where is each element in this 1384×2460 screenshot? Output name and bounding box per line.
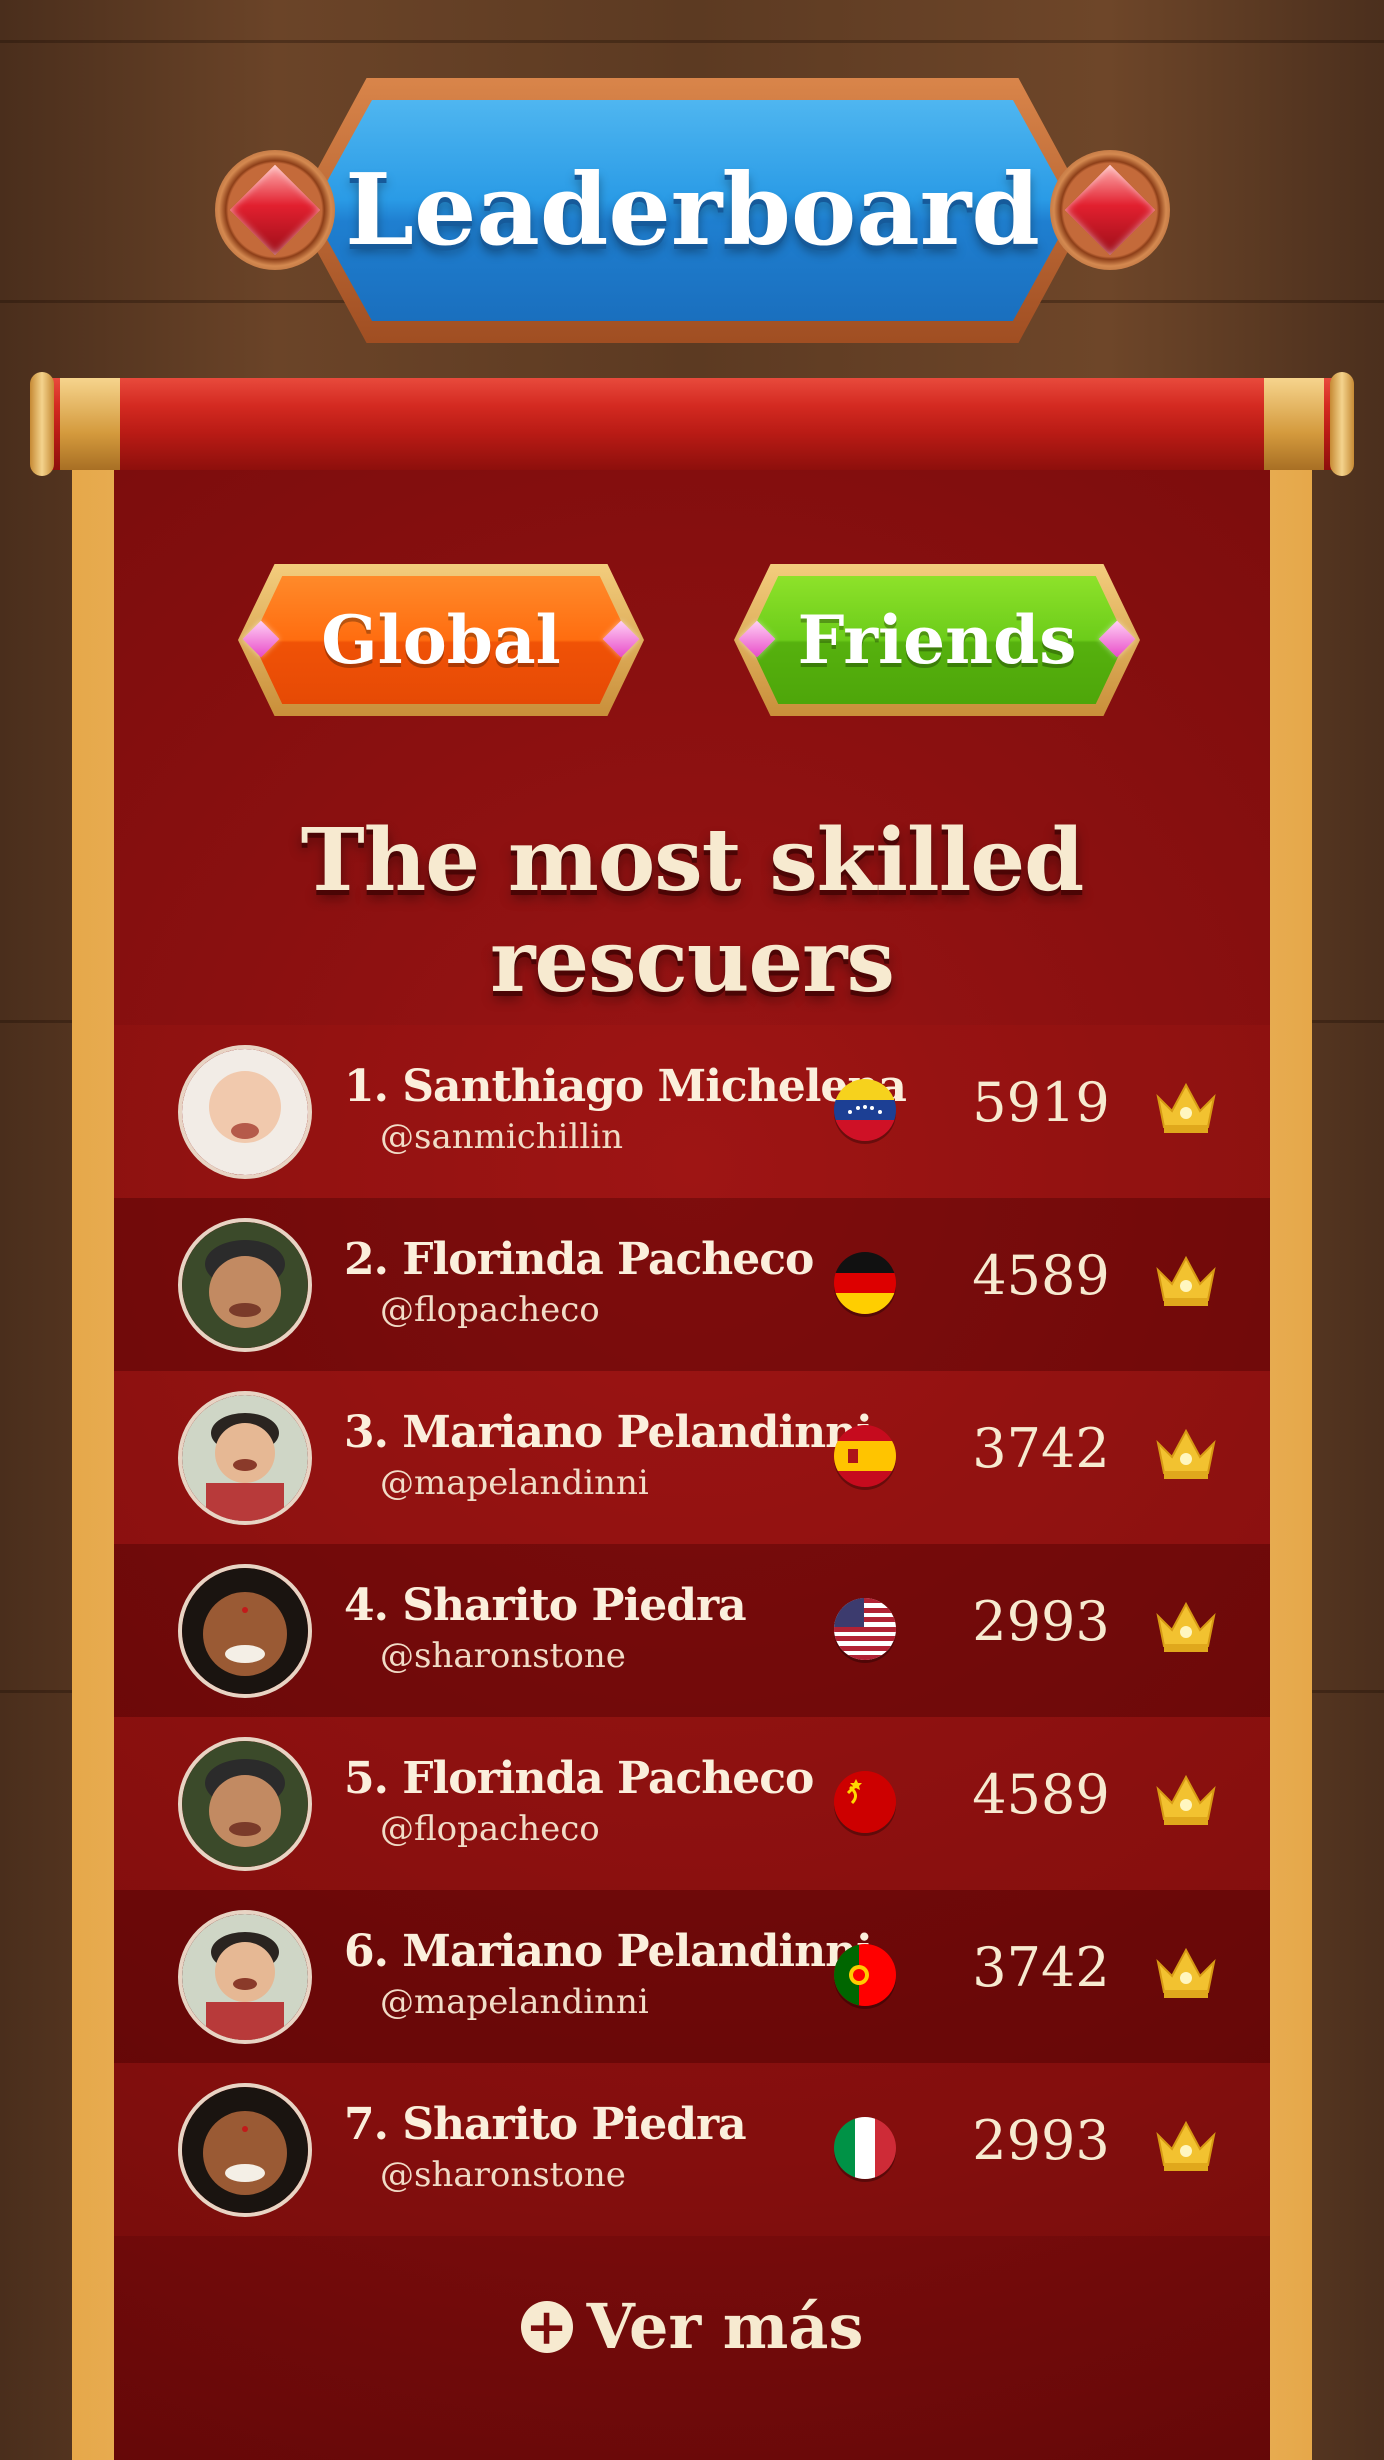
player-score: 2993	[972, 1590, 1110, 1653]
player-handle: @sharonstone	[380, 2155, 626, 2195]
leaderboard-row[interactable]: 2. Florinda Pacheco @flopacheco 4589	[114, 1198, 1270, 1371]
crown-icon	[1156, 1255, 1216, 1306]
player-handle: @sanmichillin	[380, 1117, 624, 1157]
rod-knob-left	[30, 372, 54, 476]
flag-ussr-icon	[834, 1771, 896, 1833]
avatar	[178, 1737, 312, 1871]
ruby-gem-icon	[1050, 150, 1170, 270]
player-score: 3742	[972, 1417, 1110, 1480]
player-name: 7. Sharito Piedra	[344, 2099, 747, 2150]
leaderboard-row[interactable]: 7. Sharito Piedra @sharonstone 2993	[114, 2063, 1270, 2236]
player-handle: @flopacheco	[380, 1809, 600, 1849]
page-title: Leaderboard	[345, 153, 1040, 268]
plus-circle-icon: +	[520, 2300, 573, 2353]
leaderboard-row[interactable]: 6. Mariano Pelandinni @mapelandinni 3742	[114, 1890, 1270, 2063]
player-name: 4. Sharito Piedra	[344, 1580, 747, 1631]
crown-icon	[1156, 1428, 1216, 1479]
rod-cap-left	[60, 378, 120, 470]
rod-cap-right	[1264, 378, 1324, 470]
avatar	[178, 1045, 312, 1179]
crown-icon	[1156, 2120, 1216, 2171]
flag-usa-icon	[834, 1598, 896, 1660]
rod-knob-right	[1330, 372, 1354, 476]
leaderboard-row[interactable]: 5. Florinda Pacheco @flopacheco 4589	[114, 1717, 1270, 1890]
player-name: 6. Mariano Pelandinni	[344, 1926, 873, 1977]
avatar	[178, 2083, 312, 2217]
crown-icon	[1156, 1774, 1216, 1825]
wood-grain	[0, 40, 1384, 43]
avatar	[178, 1564, 312, 1698]
avatar	[178, 1910, 312, 2044]
player-name: 2. Florinda Pacheco	[344, 1234, 814, 1285]
flag-portugal-icon	[834, 1944, 896, 2006]
flag-germany-icon	[834, 1252, 896, 1314]
player-score: 3742	[972, 1936, 1110, 1999]
tab-friends-label: Friends	[797, 601, 1077, 679]
tab-global[interactable]: Global	[238, 564, 644, 716]
see-more-label: Ver más	[586, 2290, 864, 2363]
player-handle: @flopacheco	[380, 1290, 600, 1330]
flag-venezuela-icon	[834, 1079, 896, 1141]
title-banner: Leaderboard	[215, 78, 1170, 343]
player-handle: @sharonstone	[380, 1636, 626, 1676]
tab-global-label: Global	[321, 601, 561, 679]
player-handle: @mapelandinni	[380, 1982, 649, 2022]
leaderboard-list: 1. Santhiago Michelena @sanmichillin 591…	[114, 1025, 1270, 2236]
crown-icon	[1156, 1082, 1216, 1133]
flag-spain-icon	[834, 1425, 896, 1487]
player-name: 3. Mariano Pelandinni	[344, 1407, 873, 1458]
player-name: 5. Florinda Pacheco	[344, 1753, 814, 1804]
see-more-button[interactable]: + Ver más	[114, 2290, 1270, 2363]
avatar	[178, 1218, 312, 1352]
player-score: 2993	[972, 2109, 1110, 2172]
flag-italy-icon	[834, 2117, 896, 2179]
leaderboard-subtitle: The most skilled rescuers	[300, 810, 1084, 1012]
tab-friends[interactable]: Friends	[734, 564, 1140, 716]
ruby-gem-icon	[215, 150, 335, 270]
leaderboard-row[interactable]: 4. Sharito Piedra @sharonstone 2993	[114, 1544, 1270, 1717]
player-score: 5919	[972, 1071, 1110, 1134]
crown-icon	[1156, 1947, 1216, 1998]
avatar	[178, 1391, 312, 1525]
leaderboard-row[interactable]: 1. Santhiago Michelena @sanmichillin 591…	[114, 1025, 1270, 1198]
scroll-rod	[30, 372, 1354, 476]
player-name: 1. Santhiago Michelena	[344, 1061, 907, 1112]
player-score: 4589	[972, 1763, 1110, 1826]
player-score: 4589	[972, 1244, 1110, 1307]
crown-icon	[1156, 1601, 1216, 1652]
player-handle: @mapelandinni	[380, 1463, 649, 1503]
leaderboard-row[interactable]: 3. Mariano Pelandinni @mapelandinni 3742	[114, 1371, 1270, 1544]
